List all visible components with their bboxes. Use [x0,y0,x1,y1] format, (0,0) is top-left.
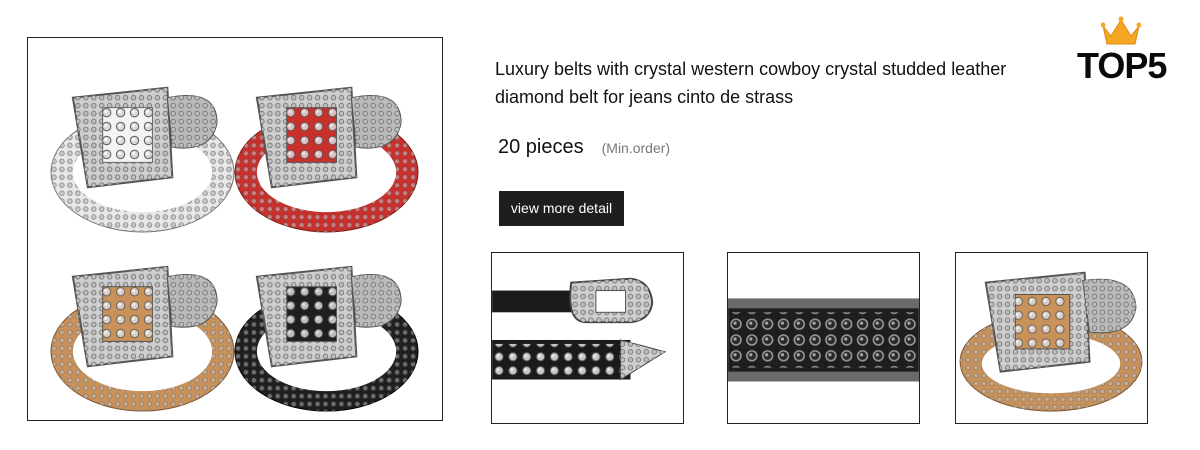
view-more-detail-button[interactable]: view more detail [499,191,624,226]
product-title[interactable]: Luxury belts with crystal western cowboy… [495,55,1035,111]
belt-collage-image [50,86,419,412]
thumbnail-2-image [728,298,919,382]
belt-tan [50,265,235,412]
thumbnail-2[interactable] [727,252,920,424]
main-product-image[interactable] [27,37,443,421]
crown-icon [1101,16,1141,45]
top5-text: TOP5 [1077,45,1167,86]
belt-red [234,86,419,233]
minimum-order: 20 pieces (Min.order) [498,136,670,159]
belt-black [234,265,419,412]
moq-label: (Min.order) [601,140,671,156]
thumbnail-1-image [492,277,667,381]
belt-white [50,86,235,233]
thumbnail-3-image [959,271,1143,412]
thumbnail-3[interactable] [955,252,1148,424]
thumbnail-1[interactable] [491,252,684,424]
moq-value: 20 pieces [498,136,584,158]
top5-badge: TOP5 [1075,14,1175,84]
